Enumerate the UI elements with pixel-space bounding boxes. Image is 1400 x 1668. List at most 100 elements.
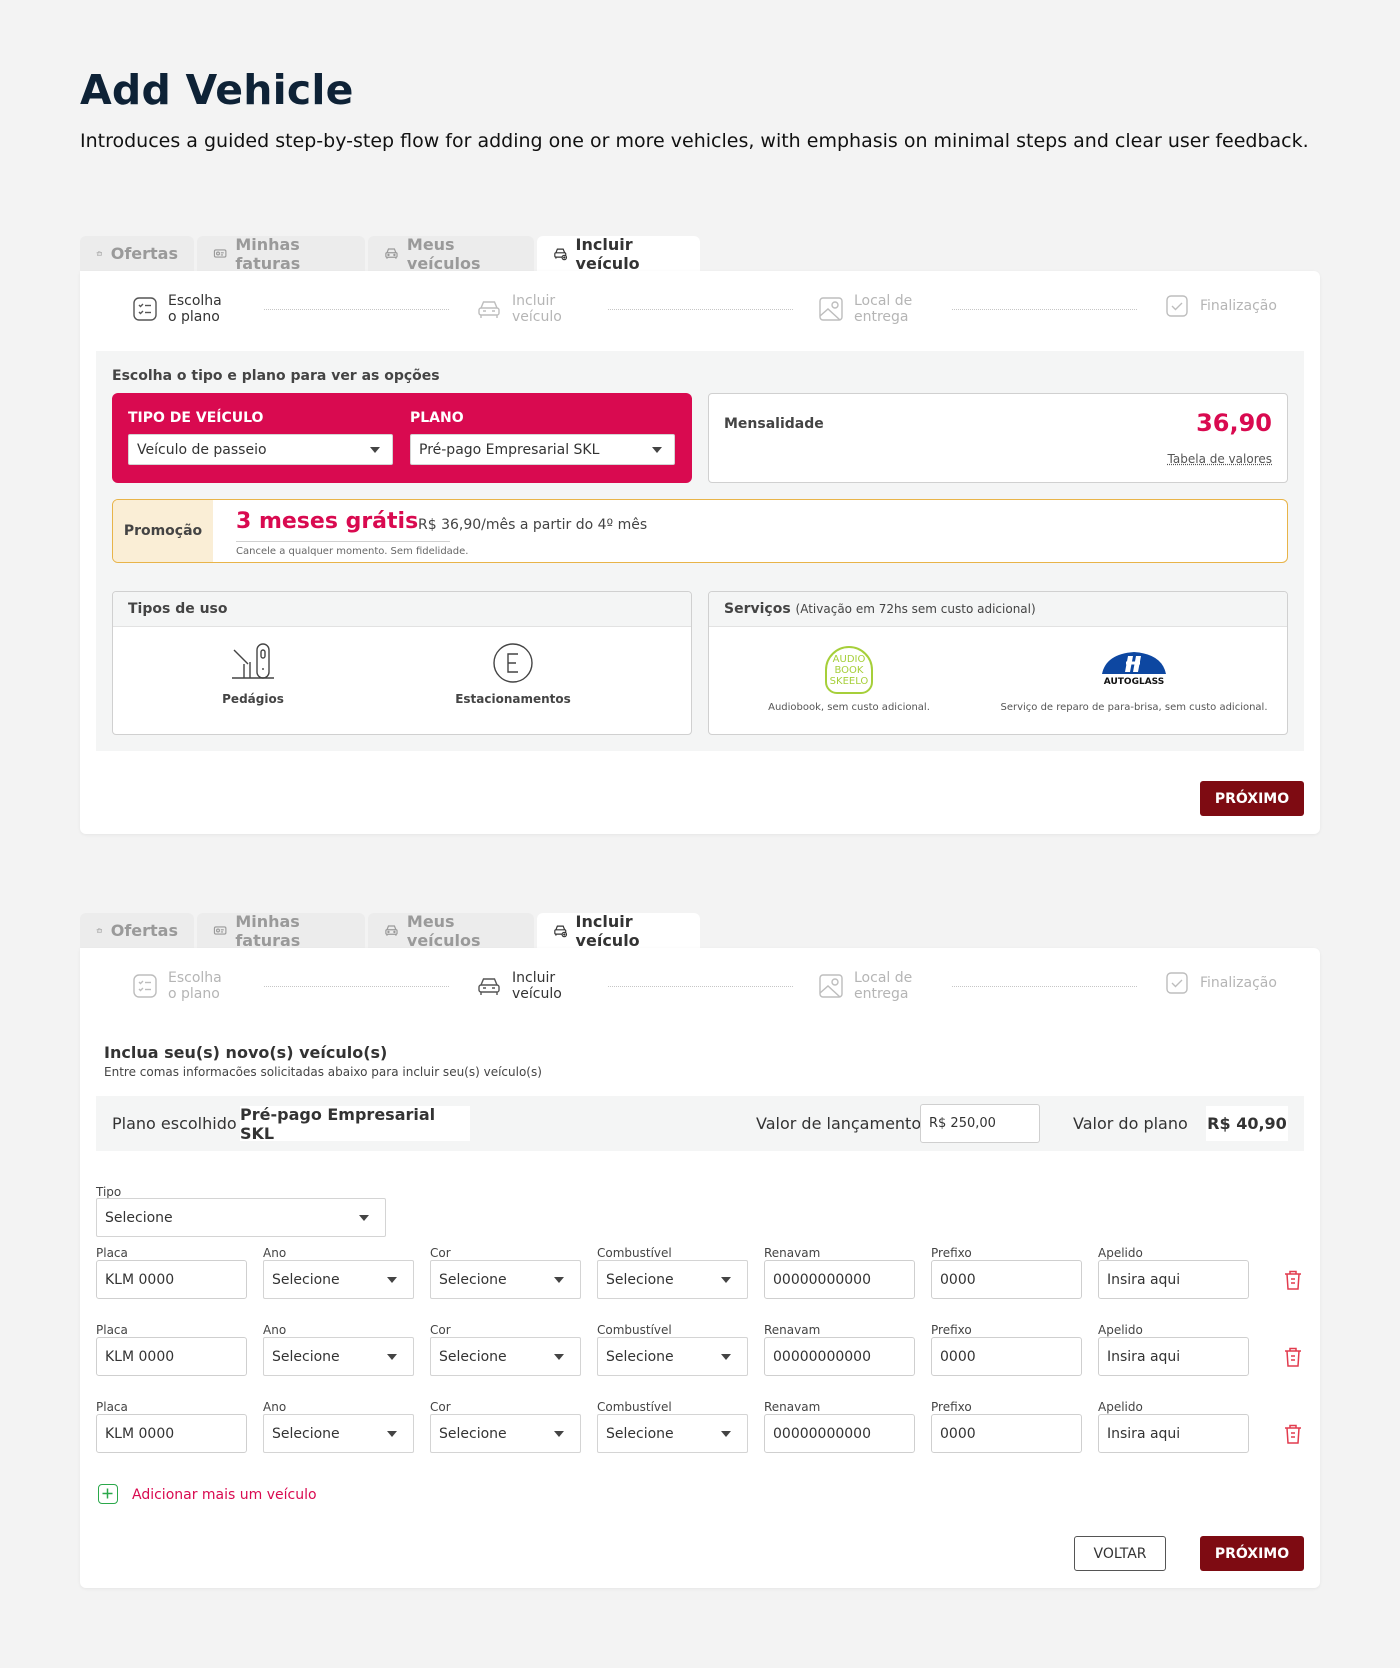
tab-ofertas[interactable]: Ofertas [80, 236, 194, 271]
service-audiobook: AUDIO BOOK SKEELO Audiobook, sem custo a… [749, 646, 949, 713]
cor-label: Cor [430, 1400, 451, 1414]
page-title: Add Vehicle [80, 66, 354, 114]
tab-label: Meus veículos [406, 234, 481, 273]
plan-card: Escolha o plano Incluir veículo Local de en… [80, 271, 1320, 834]
services-box: Serviços (Ativação em 72hs sem custo adi… [708, 591, 1288, 735]
renavam-label: Renavam [764, 1323, 821, 1337]
parking-e-icon [493, 643, 533, 683]
apelido-input[interactable]: Insira aqui [1098, 1414, 1249, 1453]
cor-select[interactable]: Selecione [430, 1337, 581, 1376]
service-autoglass: AUTOGLASS Serviço de reparo de para-bris… [989, 646, 1279, 713]
placa-input[interactable]: KLM 0000 [96, 1414, 247, 1453]
ano-select[interactable]: Selecione [263, 1337, 414, 1376]
renavam-input[interactable]: 00000000000 [764, 1414, 915, 1453]
tipo-select[interactable]: Selecione [96, 1198, 386, 1237]
step-divider [952, 986, 1137, 987]
prefixo-input[interactable]: 0000 [931, 1414, 1082, 1453]
launch-value-label: Valor de lançamento [756, 1114, 922, 1133]
usage-types-box: Tipos de uso Pedágios Estacionamentos [112, 591, 692, 735]
vehicle-type-select[interactable]: Veículo de passeio [128, 434, 393, 465]
combustivel-select[interactable]: Selecione [597, 1414, 748, 1453]
tab-label: Minhas faturas [235, 911, 301, 950]
tab-minhas-faturas[interactable]: Minhas faturas [197, 911, 365, 950]
caret-down-icon [387, 1276, 397, 1283]
add-vehicle-icon[interactable] [98, 1484, 118, 1504]
tab-bar: Ofertas Minhas faturas Meus veículos Inc… [80, 911, 703, 950]
price-table-link[interactable]: Tabela de valores [1168, 452, 1272, 466]
plan-selector-box: TIPO DE VEÍCULO Veículo de passeio PLANO… [112, 393, 692, 483]
tab-label: Ofertas [110, 244, 178, 263]
prefixo-input[interactable]: 0000 [931, 1260, 1082, 1299]
apelido-label: Apelido [1098, 1246, 1143, 1260]
step-delivery: Local de entrega [818, 970, 912, 1002]
cor-select[interactable]: Selecione [430, 1260, 581, 1299]
tab-incluir-veiculo[interactable]: Incluir veículo [537, 912, 700, 950]
placa-input[interactable]: KLM 0000 [96, 1337, 247, 1376]
plan-select[interactable]: Pré-pago Empresarial SKL [410, 434, 675, 465]
add-vehicle-link[interactable]: Adicionar mais um veículo [132, 1487, 317, 1503]
apelido-input[interactable]: Insira aqui [1098, 1337, 1249, 1376]
stepper: Escolha o plano Incluir veículo Local de en… [80, 948, 1320, 1028]
apelido-label: Apelido [1098, 1323, 1143, 1337]
step-finish: Finalização [1164, 970, 1277, 996]
tab-label: Meus veículos [406, 911, 481, 950]
promo-tag: Promoção [113, 500, 213, 562]
ano-select[interactable]: Selecione [263, 1414, 414, 1453]
delete-icon[interactable] [1283, 1423, 1303, 1445]
ano-label: Ano [263, 1323, 287, 1337]
caret-down-icon [721, 1276, 731, 1283]
caret-down-icon [652, 446, 662, 453]
renavam-label: Renavam [764, 1246, 821, 1260]
apelido-input[interactable]: Insira aqui [1098, 1260, 1249, 1299]
tab-bar: Ofertas Minhas faturas Meus veículos Inc… [80, 234, 703, 273]
placa-label: Placa [96, 1246, 128, 1260]
next-button[interactable]: PRÓXIMO [1200, 1536, 1304, 1571]
plan-value: R$ 40,90 [1206, 1106, 1288, 1141]
renavam-input[interactable]: 00000000000 [764, 1337, 915, 1376]
step-add-vehicle: Incluir veículo [476, 970, 562, 1002]
vehicle-type-label: TIPO DE VEÍCULO [128, 410, 264, 426]
step-divider [952, 309, 1137, 310]
plan-options-panel: Escolha o tipo e plano para ver as opçõe… [96, 351, 1304, 751]
prefixo-input[interactable]: 0000 [931, 1337, 1082, 1376]
usage-item-tolls: Pedágios [193, 620, 313, 706]
placa-label: Placa [96, 1323, 128, 1337]
stepper: Escolha o plano Incluir veículo Local de en… [80, 271, 1320, 351]
caret-down-icon [721, 1353, 731, 1360]
back-button[interactable]: VOLTAR [1074, 1536, 1166, 1571]
delete-icon[interactable] [1283, 1346, 1303, 1368]
tab-minhas-faturas[interactable]: Minhas faturas [197, 235, 365, 273]
check-icon [1166, 295, 1188, 317]
tab-ofertas[interactable]: Ofertas [80, 913, 194, 948]
combustivel-select[interactable]: Selecione [597, 1337, 748, 1376]
delete-icon[interactable] [1283, 1269, 1303, 1291]
tab-meus-veiculos[interactable]: Meus veículos [368, 911, 534, 950]
car-icon [385, 925, 398, 936]
services-note: (Ativação em 72hs sem custo adicional) [795, 602, 1036, 616]
next-button[interactable]: PRÓXIMO [1200, 781, 1304, 816]
step-divider [608, 986, 793, 987]
step-divider [264, 986, 449, 987]
placa-input[interactable]: KLM 0000 [96, 1260, 247, 1299]
plan-label: PLANO [410, 410, 464, 426]
step-divider [608, 309, 793, 310]
renavam-label: Renavam [764, 1400, 821, 1414]
renavam-input[interactable]: 00000000000 [764, 1260, 915, 1299]
ano-select[interactable]: Selecione [263, 1260, 414, 1299]
section-subtitle: Entre comas informacões solicitadas abai… [104, 1065, 542, 1079]
checklist-icon [133, 974, 157, 998]
prefixo-label: Prefixo [931, 1323, 972, 1337]
tab-meus-veiculos[interactable]: Meus veículos [368, 234, 534, 273]
step-choose-plan: Escolha o plano [132, 293, 222, 325]
combustivel-select[interactable]: Selecione [597, 1260, 748, 1299]
vehicle-card: Escolha o plano Incluir veículo Local de en… [80, 948, 1320, 1588]
monthly-fee-box: Mensalidade 36,90 Tabela de valores [708, 393, 1288, 483]
caret-down-icon [554, 1430, 564, 1437]
launch-value-input[interactable]: R$ 250,00 [920, 1104, 1040, 1143]
prefixo-label: Prefixo [931, 1400, 972, 1414]
autoglass-logo: AUTOGLASS [1094, 646, 1174, 694]
caret-down-icon [359, 1214, 369, 1221]
cor-select[interactable]: Selecione [430, 1414, 581, 1453]
tab-incluir-veiculo[interactable]: Incluir veículo [537, 235, 700, 273]
invoice-icon [213, 926, 227, 935]
